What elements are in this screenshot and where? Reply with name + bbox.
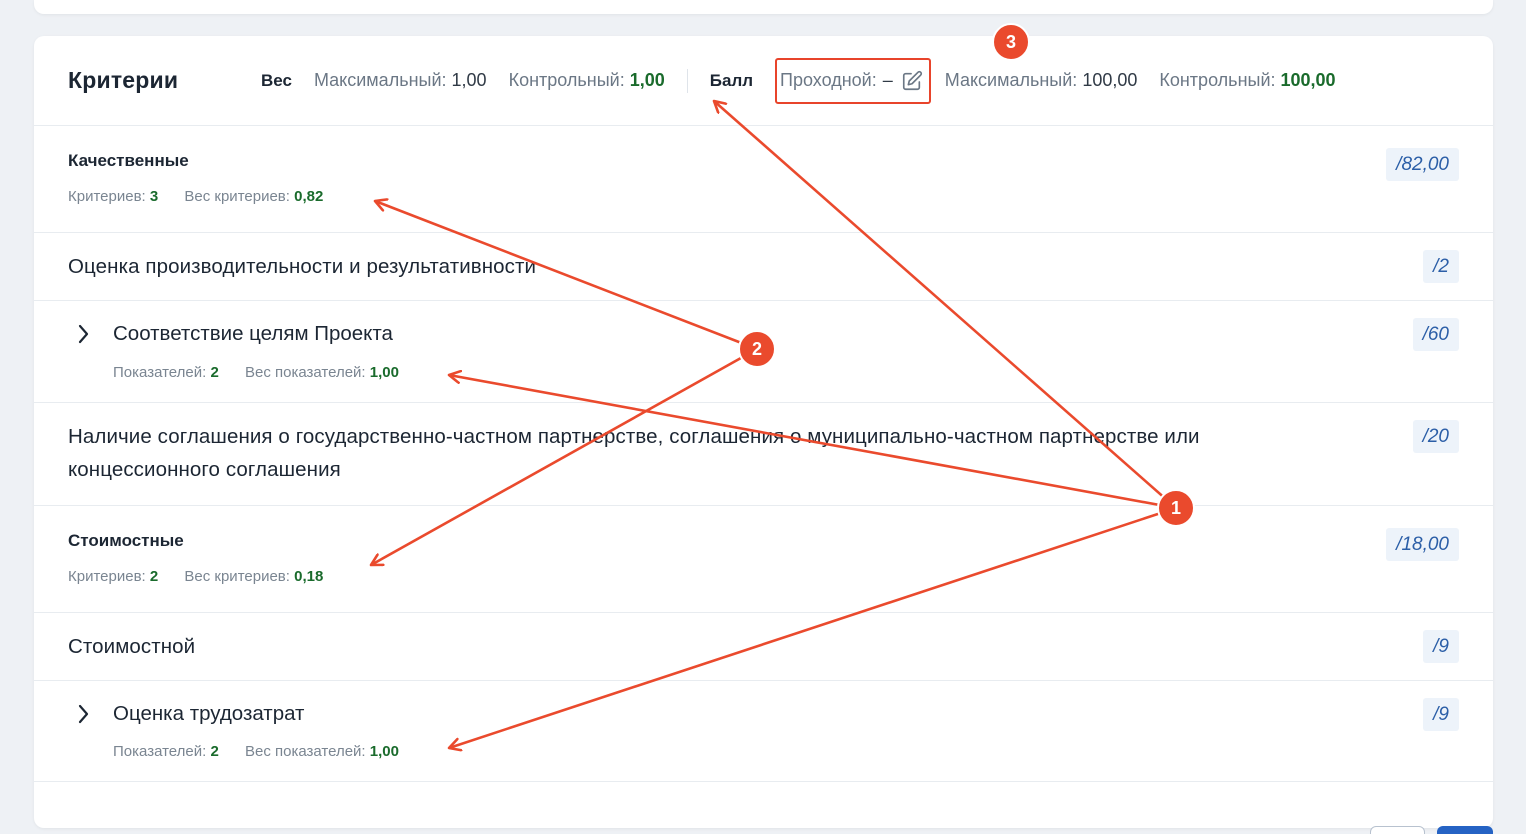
max-score-badge: /20 bbox=[1412, 420, 1459, 453]
group-row-cost: Стоимостные Критериев: 2 Вес критериев: … bbox=[34, 506, 1493, 613]
weight-max-label: Максимальный: bbox=[313, 70, 447, 90]
group-meta: Критериев: 3 Вес критериев: 0,82 bbox=[68, 188, 323, 205]
max-score-badge: /9 bbox=[1423, 630, 1459, 663]
criteria-count-label: Критериев: bbox=[68, 188, 146, 205]
max-score-badge: /9 bbox=[1423, 698, 1459, 731]
criterion-name: Соответствие целям Проекта bbox=[113, 322, 393, 345]
indicator-meta: Показателей: 2 Вес показателей: 1,00 bbox=[113, 364, 399, 381]
indicators-count-value: 2 bbox=[210, 364, 219, 381]
score-max-label: Максимальный: bbox=[944, 70, 1078, 90]
edit-icon[interactable] bbox=[901, 70, 923, 92]
annotation-marker-2: 2 bbox=[738, 330, 776, 368]
score-max-value: 100,00 bbox=[1082, 70, 1138, 90]
criteria-count-value: 2 bbox=[149, 568, 159, 585]
criteria-count-label: Критериев: bbox=[68, 568, 146, 585]
group-name: Стоимостные bbox=[68, 531, 184, 550]
indicators-count-label: Показателей: bbox=[113, 743, 207, 760]
score-label: Балл bbox=[709, 70, 754, 90]
criterion-name-line1: Наличие соглашения о государственно-част… bbox=[68, 425, 1200, 448]
weight-control-value: 1,00 bbox=[629, 70, 665, 90]
group-row-qualitative: Качественные Критериев: 3 Вес критериев:… bbox=[34, 126, 1493, 233]
indicators-weight-label: Вес показателей: bbox=[244, 364, 366, 381]
chevron-right-icon[interactable] bbox=[75, 323, 91, 345]
score-max: Максимальный: 100,00 bbox=[945, 70, 1138, 91]
max-score-badge: /82,00 bbox=[1386, 148, 1459, 181]
criterion-name: Оценка производительности и результативн… bbox=[68, 255, 537, 278]
group-name: Качественные bbox=[68, 151, 189, 170]
indicators-weight-label: Вес показателей: bbox=[244, 743, 366, 760]
indicator-meta: Показателей: 2 Вес показателей: 1,00 bbox=[113, 743, 399, 760]
criterion-name: Оценка трудозатрат bbox=[113, 702, 305, 725]
criteria-weight-label: Вес критериев: bbox=[184, 568, 290, 585]
criteria-weight-value: 0,82 bbox=[294, 188, 324, 205]
group-meta: Критериев: 2 Вес критериев: 0,18 bbox=[68, 568, 323, 585]
weight-max: Максимальный: 1,00 bbox=[314, 70, 487, 91]
criteria-header: Критерии Вес Максимальный: 1,00 Контроль… bbox=[34, 36, 1493, 126]
chevron-right-icon[interactable] bbox=[75, 703, 91, 725]
indicators-weight-value: 1,00 bbox=[369, 364, 399, 381]
score-control-value: 100,00 bbox=[1280, 70, 1336, 90]
header-divider bbox=[686, 68, 688, 93]
page-title: Критерии bbox=[68, 67, 179, 93]
passing-score-value: – bbox=[882, 70, 893, 90]
indicators-count-value: 2 bbox=[210, 743, 219, 760]
passing-score-label: Проходной: bbox=[780, 70, 877, 90]
max-score-badge: /18,00 bbox=[1386, 528, 1459, 561]
criterion-row[interactable]: Наличие соглашения о государственно-част… bbox=[34, 403, 1493, 506]
indicators-weight-value: 1,00 bbox=[369, 743, 399, 760]
criterion-name: Наличие соглашения о государственно-част… bbox=[68, 420, 1200, 486]
annotation-marker-1: 1 bbox=[1157, 489, 1195, 527]
secondary-button[interactable] bbox=[1370, 826, 1425, 834]
criterion-name-line2: концессионного соглашения bbox=[68, 458, 341, 481]
weight-label: Вес bbox=[261, 70, 292, 90]
criterion-row[interactable]: Оценка производительности и результативн… bbox=[34, 233, 1493, 301]
criterion-name: Стоимостной bbox=[68, 635, 196, 658]
score-control-label: Контрольный: bbox=[1159, 70, 1276, 90]
passing-score-field[interactable]: Проходной: – bbox=[775, 57, 931, 104]
indicators-count-label: Показателей: bbox=[113, 364, 207, 381]
criteria-weight-value: 0,18 bbox=[294, 568, 324, 585]
criterion-row-expandable[interactable]: Оценка трудозатрат Показателей: 2 Вес по… bbox=[34, 681, 1493, 782]
criteria-weight-label: Вес критериев: bbox=[184, 188, 290, 205]
annotation-marker-3: 3 bbox=[992, 23, 1030, 61]
weight-control: Контрольный: 1,00 bbox=[509, 70, 665, 91]
criterion-row[interactable]: Стоимостной /9 bbox=[34, 613, 1493, 681]
max-score-badge: /2 bbox=[1423, 250, 1459, 283]
max-score-badge: /60 bbox=[1412, 318, 1459, 351]
criteria-count-value: 3 bbox=[149, 188, 159, 205]
primary-button[interactable] bbox=[1437, 826, 1493, 834]
criteria-card: Критерии Вес Максимальный: 1,00 Контроль… bbox=[34, 36, 1493, 828]
weight-control-label: Контрольный: bbox=[508, 70, 625, 90]
weight-max-value: 1,00 bbox=[451, 70, 487, 90]
score-control: Контрольный: 100,00 bbox=[1159, 70, 1335, 91]
previous-card bbox=[34, 0, 1493, 14]
